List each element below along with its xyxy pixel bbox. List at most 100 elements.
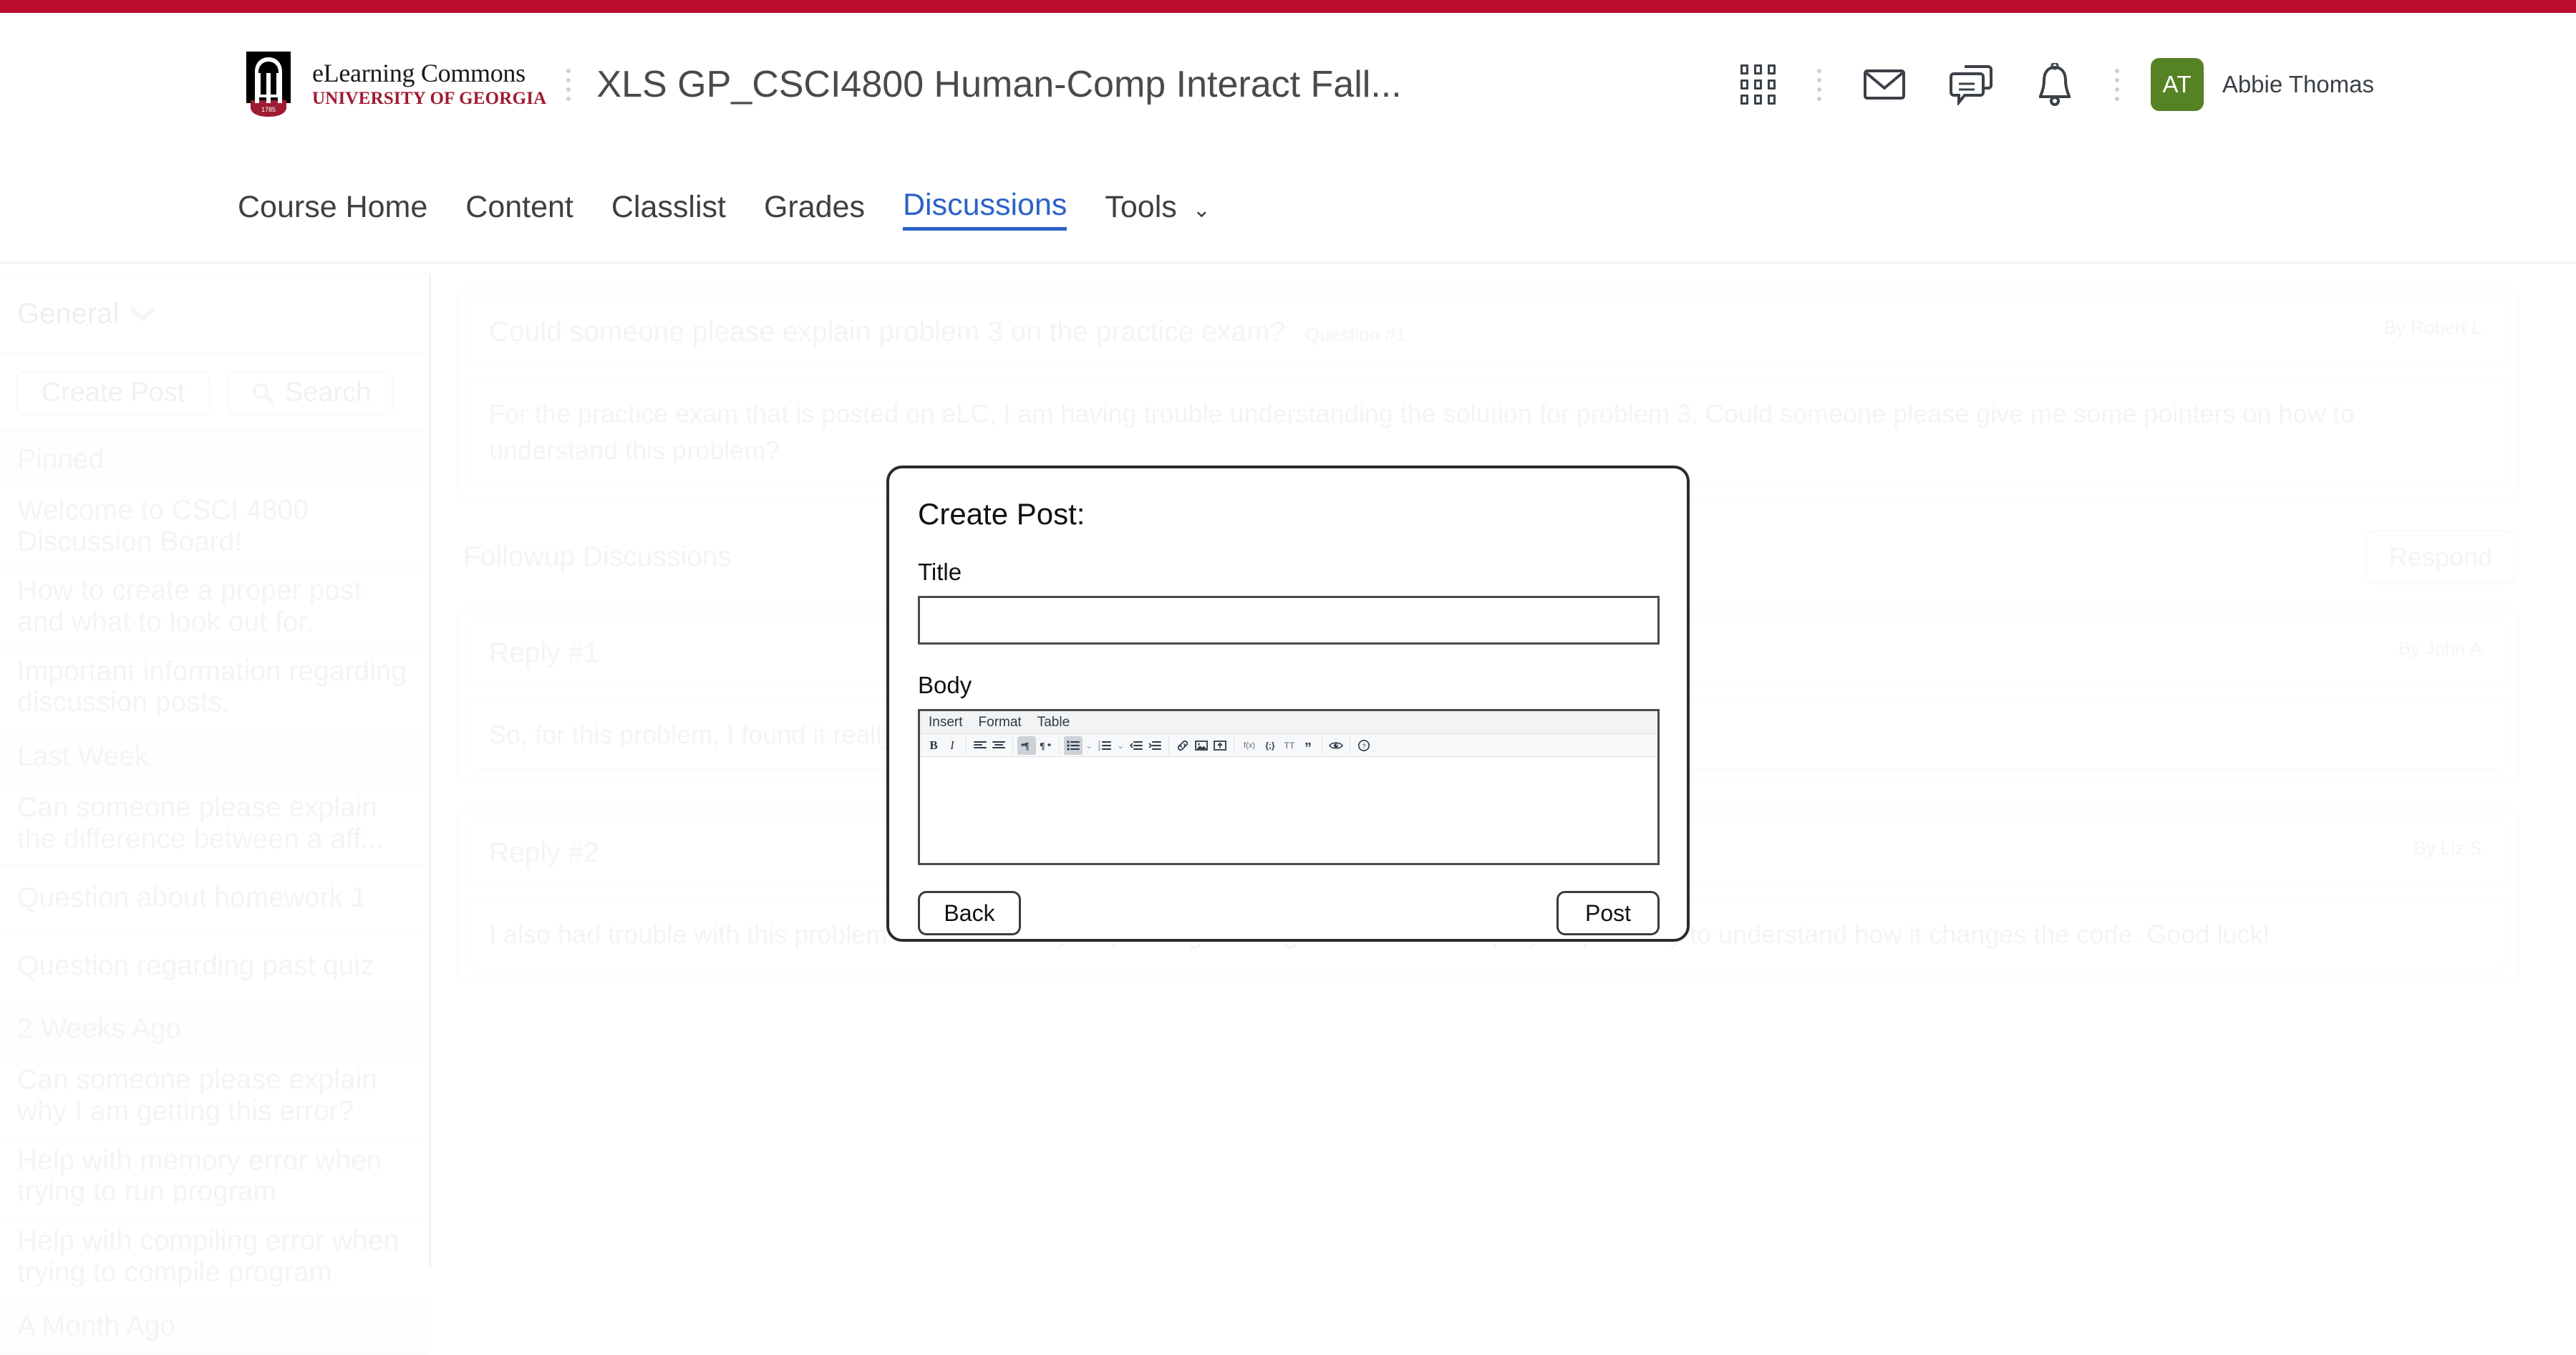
svg-text:¶: ¶: [1024, 741, 1030, 751]
search-icon: [252, 382, 274, 404]
back-button[interactable]: Back: [918, 891, 1021, 935]
sidebar-toolbar: Create Post Search: [0, 355, 429, 433]
svg-text:3: 3: [1098, 748, 1100, 751]
sidebar-item-post[interactable]: Question regarding past quiz: [0, 934, 429, 1003]
chat-icon[interactable]: [1949, 64, 1993, 105]
bullet-list-chevron-icon[interactable]: ⌄: [1083, 736, 1095, 755]
indent-icon[interactable]: [1146, 736, 1164, 755]
sidebar-item-post[interactable]: Help with compiling error when trying to…: [0, 1219, 429, 1300]
sidebar-item-post[interactable]: Can someone please explain why I am gett…: [0, 1058, 429, 1139]
ltr-icon[interactable]: ¶: [1017, 736, 1036, 755]
reply-title: Reply #1: [489, 637, 599, 669]
bold-icon[interactable]: B: [924, 736, 943, 755]
header-divider-dots-mid: [1816, 68, 1821, 101]
svg-text:1785: 1785: [261, 106, 276, 113]
nav-course-home[interactable]: Course Home: [238, 190, 427, 229]
sidebar-group-pinned: Pinned: [0, 433, 429, 488]
reply-author: By Liz S.: [2413, 837, 2487, 859]
nav-classlist[interactable]: Classlist: [611, 190, 726, 229]
brand-line-secondary: UNIVERSITY OF GEORGIA: [312, 89, 547, 109]
svg-text:¶: ¶: [1040, 741, 1045, 751]
course-navbar: Course Home Content Classlist Grades Dis…: [0, 156, 2576, 264]
nav-label: Discussions: [902, 188, 1067, 222]
equation-icon[interactable]: f(x): [1239, 736, 1260, 755]
bell-icon[interactable]: [2036, 63, 2073, 106]
align-left-icon[interactable]: [971, 736, 989, 755]
code-icon[interactable]: {;}: [1260, 736, 1280, 755]
brand-logo[interactable]: 1785 eLearning Commons UNIVERSITY OF GEO…: [242, 52, 546, 117]
search-input[interactable]: Search: [228, 370, 394, 415]
preview-eye-icon[interactable]: [1327, 736, 1345, 755]
waffle-icon[interactable]: [1740, 64, 1776, 105]
sidebar-item-post[interactable]: Can someone please explain the differenc…: [0, 786, 429, 867]
sidebar-item-post[interactable]: Important information regarding discussi…: [0, 650, 429, 730]
course-title: XLS GP_CSCI4800 Human-Comp Interact Fall…: [596, 64, 1402, 105]
nav-content[interactable]: Content: [465, 190, 573, 229]
avatar[interactable]: AT: [2150, 58, 2204, 111]
body-rich-text-editor: Insert Format Table B I ¶ ¶ ⌄ 1 2 3 ⌄ f(…: [918, 709, 1660, 865]
page-header: 1785 eLearning Commons UNIVERSITY OF GEO…: [0, 13, 2576, 156]
sidebar-item-post[interactable]: Question about homework 1: [0, 866, 429, 935]
body-field-label: Body: [918, 672, 972, 698]
chevron-down-icon: ⌄: [1192, 198, 1211, 222]
nav-label: Course Home: [238, 189, 428, 224]
header-divider-dots-left: [566, 68, 571, 101]
text-style-icon[interactable]: TT: [1280, 736, 1299, 755]
quote-icon[interactable]: ”: [1299, 736, 1317, 756]
sidebar-item-post[interactable]: Welcome to CSCI 4800 Discussion Board!: [0, 488, 429, 569]
search-placeholder: Search: [284, 377, 372, 408]
followup-label: Followup Discussions: [463, 541, 732, 573]
numbered-list-icon[interactable]: 123: [1095, 736, 1114, 755]
header-divider-dots-right: [2114, 68, 2119, 101]
body-editor-area[interactable]: [920, 757, 1657, 863]
nav-label: Tools: [1105, 189, 1177, 224]
uga-arch-icon: 1785: [246, 52, 291, 117]
post-button[interactable]: Post: [1556, 891, 1660, 935]
title-input[interactable]: [918, 596, 1660, 645]
rtl-icon[interactable]: ¶: [1036, 736, 1055, 755]
create-post-button[interactable]: Create Post: [16, 370, 210, 415]
user-name[interactable]: Abbie Thomas: [2222, 71, 2374, 98]
email-icon[interactable]: [1863, 67, 1906, 102]
reply-author: By John A.: [2398, 637, 2487, 660]
top-accent-bar: [0, 0, 2576, 13]
sidebar-item-post[interactable]: How to create a proper post and what to …: [0, 569, 429, 650]
reply-title: Reply #2: [489, 837, 599, 869]
nav-tools[interactable]: Tools ⌄: [1105, 190, 1210, 229]
create-post-modal: Create Post: Title Body Insert Format Ta…: [886, 466, 1690, 942]
sidebar-group-a-month-ago: A Month Ago: [0, 1299, 429, 1355]
image-icon[interactable]: [1192, 736, 1211, 755]
insert-stuff-icon[interactable]: [1211, 736, 1229, 755]
toolbar-separator: [1059, 736, 1060, 755]
question-tag: Question #1: [1305, 324, 1406, 345]
nav-grades[interactable]: Grades: [764, 190, 865, 229]
question-author: By Robert L.: [2383, 317, 2487, 338]
brand-line-primary: eLearning Commons: [312, 59, 526, 88]
bullet-list-icon[interactable]: [1064, 736, 1083, 755]
editor-menubar: Insert Format Table: [920, 711, 1657, 734]
editor-menu-table[interactable]: Table: [1037, 715, 1070, 730]
header-actions: AT Abbie Thomas: [1719, 58, 2374, 111]
nav-label: Grades: [763, 189, 865, 224]
question-title: Could someone please explain problem 3 o…: [489, 317, 1286, 347]
question-header-row: Could someone please explain problem 3 o…: [468, 299, 2508, 366]
respond-button[interactable]: Respond: [2365, 530, 2516, 585]
chevron-down-icon: [131, 307, 155, 321]
editor-menu-format[interactable]: Format: [979, 715, 1022, 730]
outdent-icon[interactable]: [1127, 736, 1146, 755]
svg-text:?: ?: [1362, 743, 1365, 750]
link-icon[interactable]: [1173, 736, 1192, 755]
italic-icon[interactable]: I: [943, 736, 962, 755]
nav-label: Content: [465, 189, 573, 224]
modal-heading: Create Post:: [918, 497, 1085, 531]
numbered-list-chevron-icon[interactable]: ⌄: [1114, 736, 1127, 755]
editor-toolbar: B I ¶ ¶ ⌄ 1 2 3 ⌄ f(x) {;} TT ” ?: [920, 734, 1657, 757]
discussions-sidebar: General Create Post Search Pinned Welcom…: [0, 274, 431, 1355]
forum-selector[interactable]: General: [0, 275, 429, 355]
help-icon[interactable]: ?: [1355, 736, 1373, 755]
align-center-icon[interactable]: [989, 736, 1008, 755]
sidebar-group-last-week: Last Week: [0, 730, 429, 786]
sidebar-item-post[interactable]: Help with memory error when trying to ru…: [0, 1139, 429, 1220]
editor-menu-insert[interactable]: Insert: [929, 715, 963, 730]
nav-discussions[interactable]: Discussions: [902, 188, 1067, 231]
